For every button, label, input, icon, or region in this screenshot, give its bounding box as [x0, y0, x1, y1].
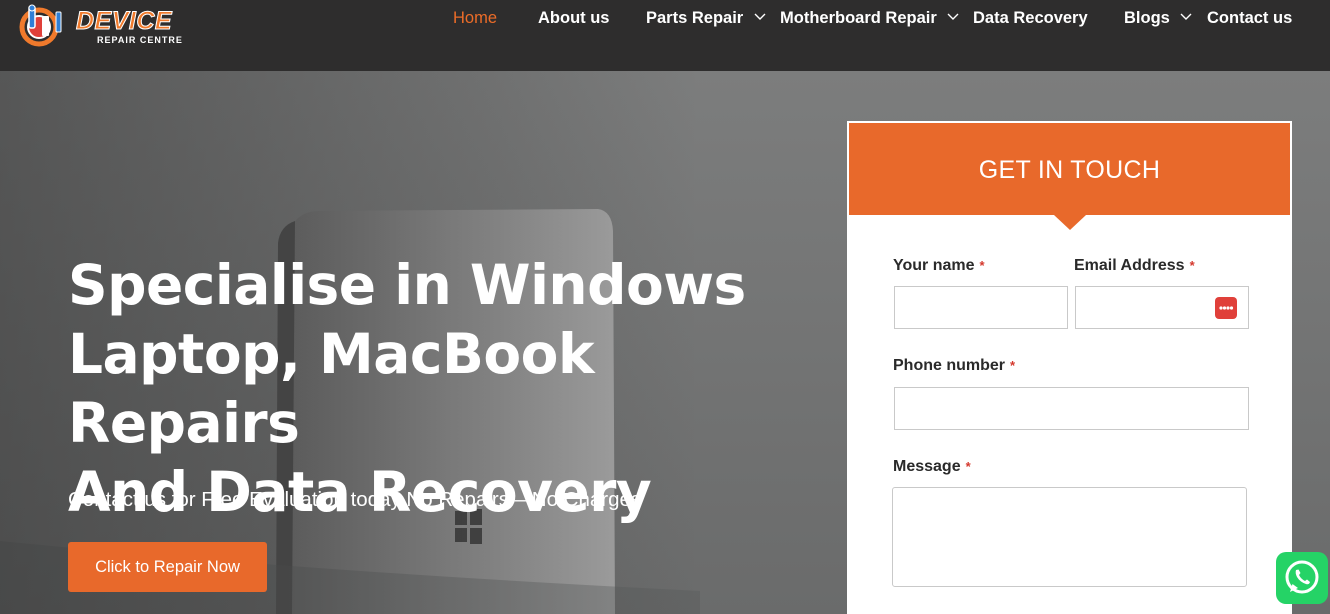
message-label: Message * — [893, 457, 971, 477]
phone-field[interactable] — [894, 387, 1249, 430]
whatsapp-icon — [1285, 560, 1319, 594]
nav-item-label: Contact us — [1207, 9, 1293, 27]
nav-item-home[interactable]: Home — [453, 7, 497, 29]
hero-subtitle: Contact us for Free Evaluation today No … — [68, 488, 642, 511]
repair-now-button[interactable]: Click to Repair Now — [68, 542, 267, 592]
form-title: GET IN TOUCH — [978, 156, 1161, 184]
phone-label: Phone number * — [893, 356, 1015, 376]
required-mark: * — [1189, 258, 1195, 273]
nav-item-parts-repair[interactable]: Parts Repair — [646, 7, 766, 29]
contact-form: GET IN TOUCH Your name * Email Address * P… — [847, 121, 1292, 614]
form-header-arrow — [1054, 215, 1086, 230]
required-mark: * — [979, 258, 985, 273]
name-label-text: Your name — [893, 257, 975, 274]
nav-item-label: Data Recovery — [973, 9, 1088, 27]
nav-item-label: Parts Repair — [646, 9, 744, 27]
hero-title: Specialise in Windows Laptop, MacBook Re… — [68, 251, 828, 527]
email-label-text: Email Address — [1074, 257, 1185, 274]
form-header: GET IN TOUCH — [849, 123, 1290, 215]
main-nav: Home About us Parts Repair Motherboard R… — [0, 0, 1330, 36]
message-field[interactable] — [892, 487, 1247, 587]
logo-tagline: REPAIR CENTRE — [97, 35, 183, 45]
nav-item-label: Home — [453, 9, 498, 27]
nav-item-blogs[interactable]: Blogs — [1124, 7, 1192, 29]
nav-item-motherboard-repair[interactable]: Motherboard Repair — [780, 7, 959, 29]
nav-item-data-recovery[interactable]: Data Recovery — [973, 7, 1088, 29]
name-field[interactable] — [894, 286, 1068, 329]
required-mark: * — [1010, 358, 1016, 373]
chevron-down-icon — [754, 13, 766, 21]
chevron-down-icon — [1180, 13, 1192, 21]
whatsapp-button[interactable] — [1276, 552, 1328, 604]
nav-item-label: Motherboard Repair — [780, 9, 937, 27]
name-label: Your name * — [893, 256, 985, 276]
required-mark: * — [965, 459, 971, 474]
nav-item-label: About us — [538, 9, 610, 27]
message-label-text: Message — [893, 458, 961, 475]
nav-item-contact-us[interactable]: Contact us — [1207, 7, 1292, 29]
chevron-down-icon — [947, 13, 959, 21]
email-label: Email Address * — [1074, 256, 1195, 276]
password-manager-icon[interactable] — [1215, 297, 1237, 319]
nav-item-about-us[interactable]: About us — [538, 7, 610, 29]
phone-label-text: Phone number — [893, 357, 1006, 374]
hero-title-line: Specialise in Windows — [68, 253, 746, 317]
dots-icon — [1219, 306, 1234, 310]
hero-title-line: Laptop, MacBook Repairs — [68, 322, 595, 455]
nav-item-label: Blogs — [1124, 9, 1170, 27]
hero-section: Specialise in Windows Laptop, MacBook Re… — [0, 71, 1330, 614]
site-header: DEVICE REPAIR CENTRE Home About us Parts… — [0, 0, 1330, 71]
